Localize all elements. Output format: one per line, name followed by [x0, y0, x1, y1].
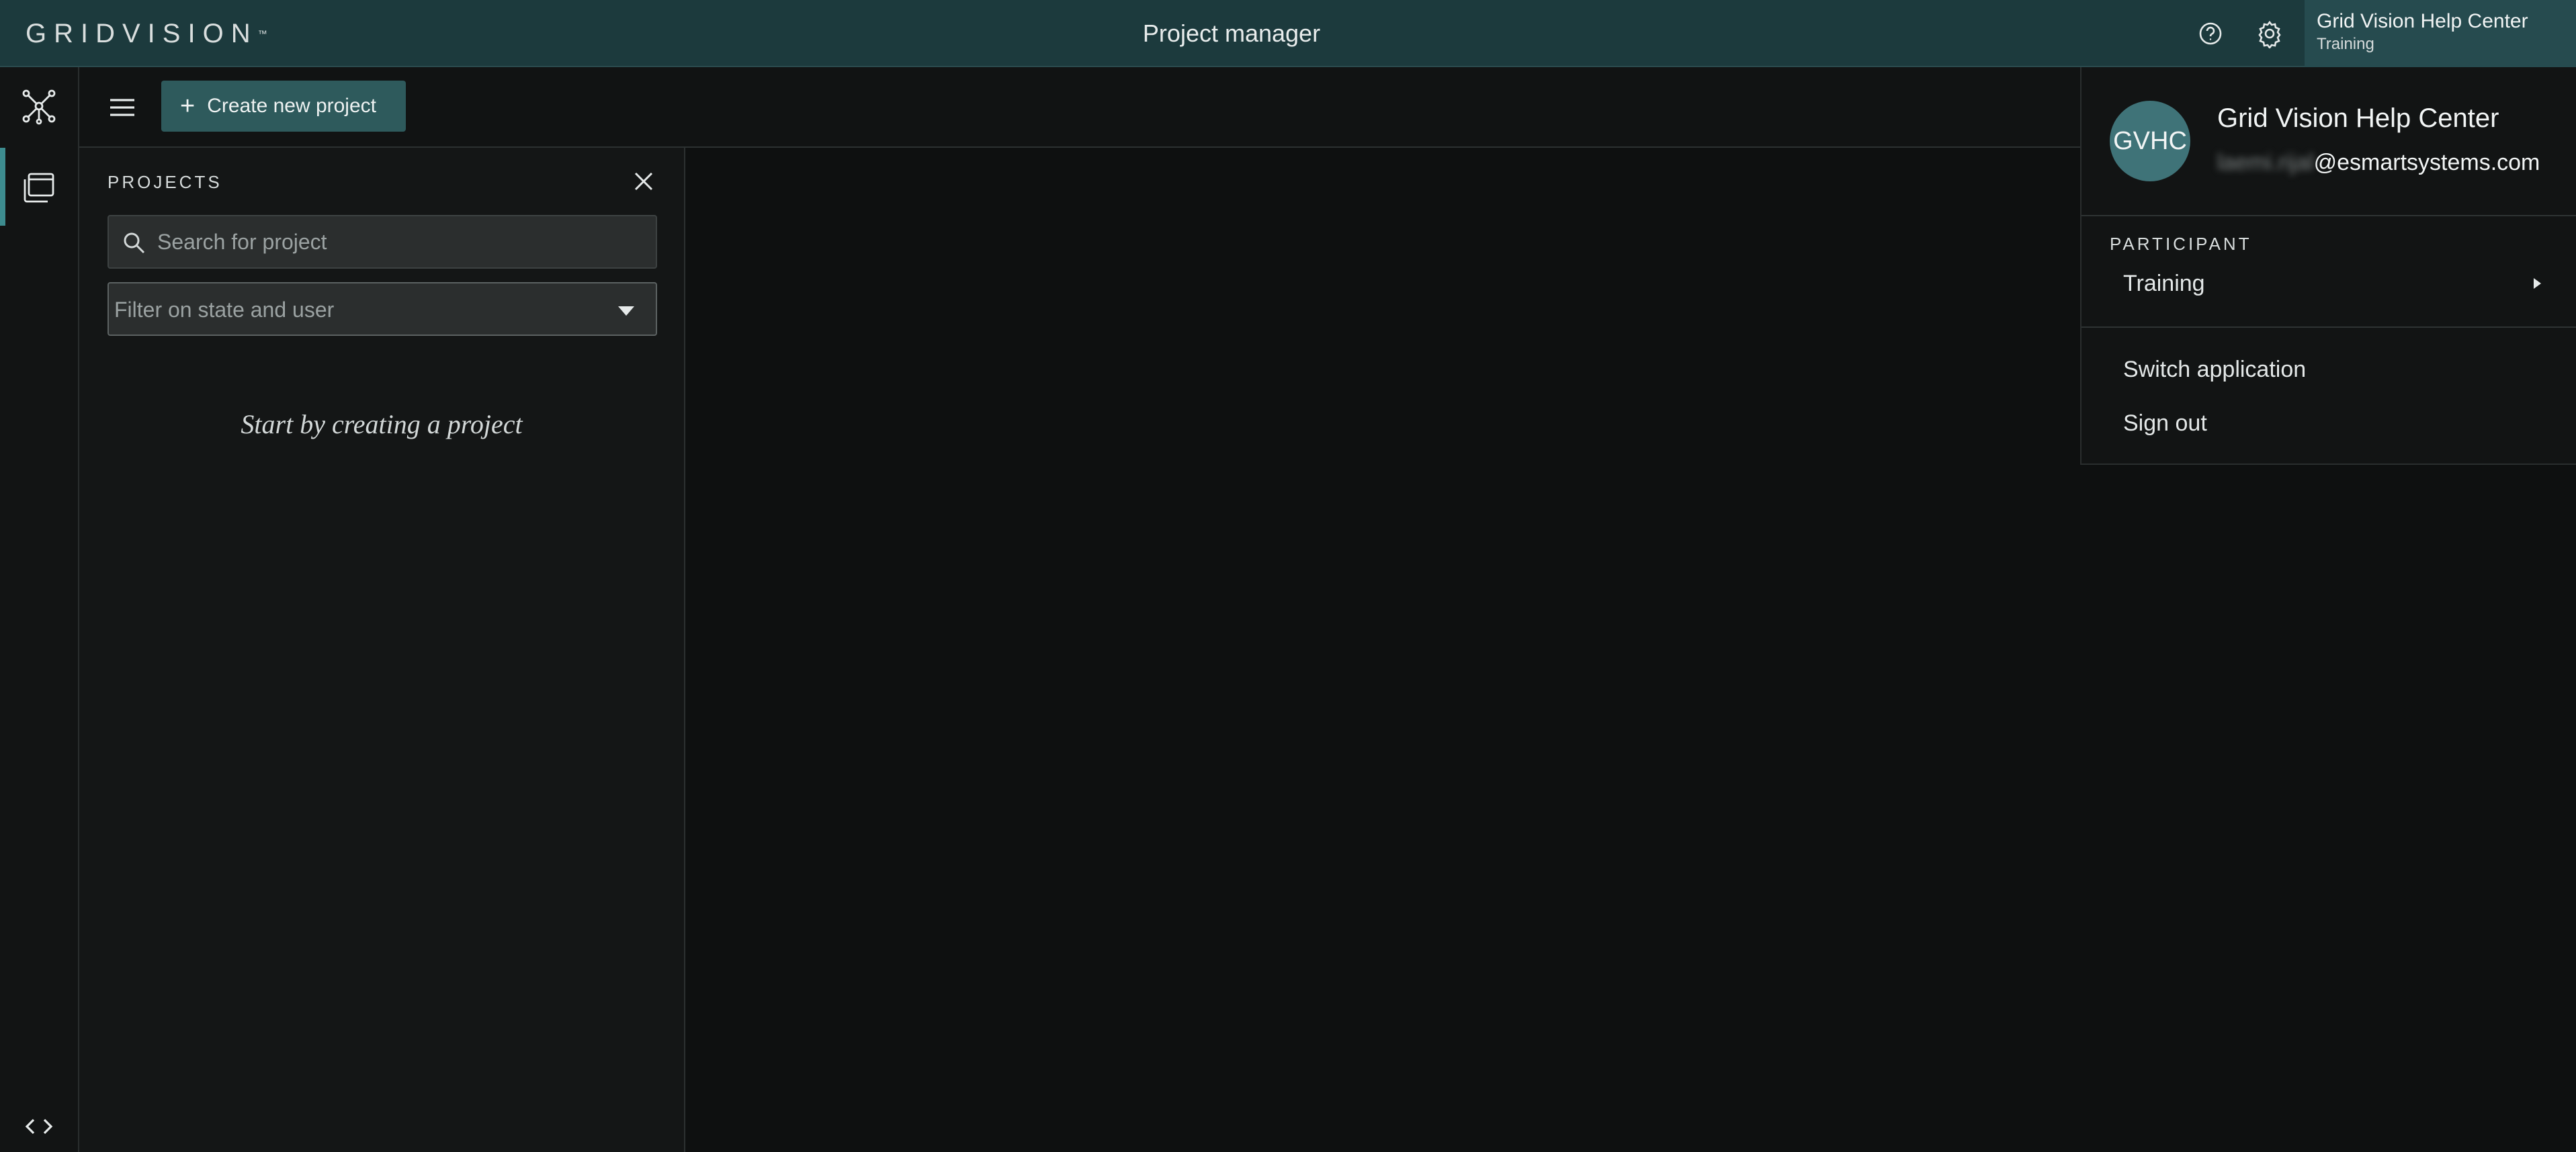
user-subtitle: Training [2317, 35, 2374, 53]
search-icon [124, 232, 145, 254]
code-brackets-icon[interactable] [20, 1110, 58, 1143]
participant-training-label: Training [2123, 271, 2205, 296]
account-name: Grid Vision Help Center [2217, 103, 2499, 133]
account-email: laemi.rijal@esmartsystems.com [2217, 149, 2540, 176]
switch-application-item[interactable]: Switch application [2123, 356, 2306, 383]
email-redacted: laemi.rijal [2217, 150, 2314, 175]
user-account-button[interactable]: Grid Vision Help Center Training [2305, 0, 2576, 67]
create-new-project-button[interactable]: + Create new project [161, 81, 406, 132]
email-domain: @esmartsystems.com [2313, 150, 2540, 175]
filter-placeholder: Filter on state and user [114, 298, 335, 322]
participant-section-label: PARTICIPANT [2110, 234, 2252, 254]
create-button-label: Create new project [207, 95, 376, 117]
caret-down-icon [618, 306, 634, 316]
top-bar: GRIDVISION™ Project manager Grid Vision … [0, 0, 2576, 67]
avatar: GVHC [2110, 101, 2190, 181]
filter-select[interactable]: Filter on state and user [108, 282, 657, 336]
projects-icon [24, 173, 54, 203]
project-search[interactable] [108, 215, 657, 269]
rail-item-network[interactable] [0, 67, 78, 145]
gear-icon[interactable] [2255, 19, 2284, 50]
divider [2081, 326, 2576, 328]
left-rail [0, 67, 79, 1152]
empty-state-message: Start by creating a project [241, 409, 523, 439]
plus-icon: + [180, 92, 196, 120]
divider [2081, 215, 2576, 216]
network-icon [22, 89, 56, 125]
projects-panel: PROJECTS Filter on state and user Start … [79, 146, 685, 1152]
user-name: Grid Vision Help Center [2317, 10, 2528, 32]
close-icon[interactable] [630, 168, 657, 195]
page-title: Project manager [1142, 19, 1321, 47]
sign-out-item[interactable]: Sign out [2123, 410, 2207, 437]
caret-right-icon[interactable] [2529, 274, 2545, 293]
rail-item-projects[interactable] [0, 148, 78, 226]
search-input[interactable] [156, 216, 646, 267]
participant-training-item[interactable]: Training [2123, 270, 2205, 297]
hamburger-icon[interactable] [103, 89, 141, 126]
account-menu: GVHC Grid Vision Help Center laemi.rijal… [2080, 67, 2576, 465]
help-circle-icon[interactable] [2196, 19, 2225, 48]
panel-title: PROJECTS [108, 172, 222, 192]
